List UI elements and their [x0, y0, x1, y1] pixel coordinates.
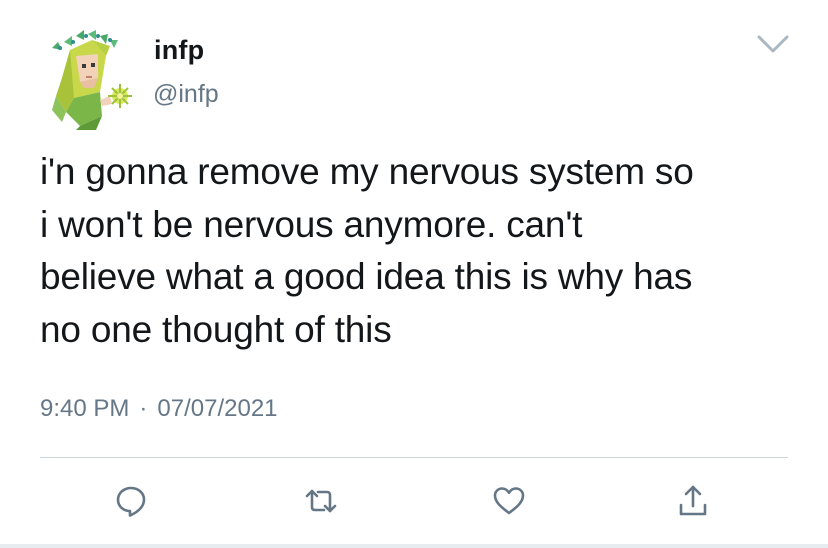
more-options-button[interactable]: [755, 32, 791, 56]
retweet-icon: [305, 489, 337, 513]
share-button[interactable]: [668, 476, 718, 526]
display-name[interactable]: infp: [154, 35, 204, 66]
avatar[interactable]: [40, 26, 138, 130]
retweet-button[interactable]: [296, 476, 346, 526]
tweet-text: i'n gonna remove my nervous system so i …: [40, 151, 694, 350]
user-handle[interactable]: @infp: [153, 80, 219, 109]
heart-icon: [493, 487, 525, 515]
tweet-timestamp[interactable]: 9:40 PM · 07/07/2021: [40, 395, 278, 423]
share-icon: [679, 485, 707, 516]
tweet-time: 9:40 PM: [40, 395, 130, 422]
reply-icon: [116, 486, 146, 517]
tweet-actions: [0, 476, 828, 526]
reply-button[interactable]: [106, 476, 156, 526]
avatar-image: [52, 30, 132, 130]
tweet-card: infp @infp i'n gonna remove my nervous s…: [0, 0, 828, 548]
tweet-date: 07/07/2021: [157, 395, 278, 422]
bottom-border: [0, 544, 828, 548]
timestamp-separator: ·: [139, 395, 148, 422]
divider: [40, 457, 788, 458]
like-button[interactable]: [484, 476, 534, 526]
chevron-down-icon: [757, 35, 789, 53]
